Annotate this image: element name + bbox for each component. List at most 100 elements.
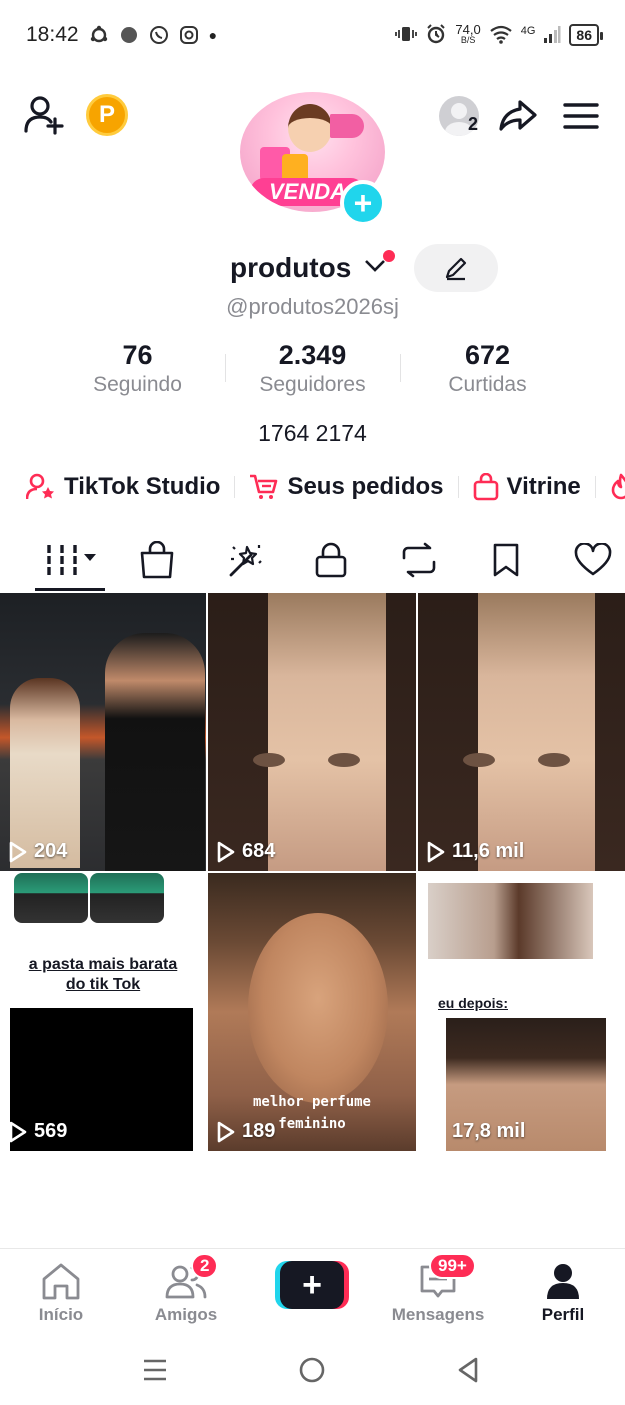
plus-icon: + xyxy=(280,1261,344,1309)
nav-label: Amigos xyxy=(154,1305,218,1324)
stat-label: Curtidas xyxy=(448,373,527,396)
hamburger-menu-icon xyxy=(563,103,599,129)
add-story-button[interactable]: + xyxy=(340,180,386,226)
nav-friends[interactable]: 2 Amigos xyxy=(131,1253,241,1325)
net-speed: 74,0 B/S xyxy=(455,22,481,46)
profile-tabs xyxy=(0,530,625,592)
back-button[interactable] xyxy=(448,1354,488,1386)
viewer-count: 2 xyxy=(468,114,479,134)
tab-saved[interactable] xyxy=(484,540,528,580)
profile-icon xyxy=(547,1264,579,1299)
whatsapp-icon xyxy=(149,25,169,45)
recent-apps-button[interactable] xyxy=(135,1354,175,1386)
coins-button[interactable]: P xyxy=(84,92,130,138)
caption-line: do tik Tok xyxy=(65,976,141,993)
edit-profile-button[interactable] xyxy=(414,244,498,292)
link-label: Seus pedidos xyxy=(287,473,444,500)
profile-header: P VENDA + 2 xyxy=(0,80,625,226)
video-caption: a pasta mais barata do tik Tok xyxy=(0,955,206,995)
nav-label: Perfil xyxy=(541,1305,585,1324)
tab-private[interactable] xyxy=(308,540,354,580)
account-switch-chevron-icon[interactable] xyxy=(364,257,386,280)
link-label: TikTok Studio xyxy=(64,473,221,500)
profile-viewers-button[interactable]: 2 xyxy=(430,94,488,138)
showcase-link[interactable]: Vitrine xyxy=(473,473,595,501)
stat-followers[interactable]: 2.349 Seguidores xyxy=(225,340,400,400)
profile-bio: 1764 2174 xyxy=(258,420,367,446)
flame-icon xyxy=(611,473,625,500)
username[interactable]: produtos xyxy=(230,252,351,284)
home-icon xyxy=(42,1263,80,1300)
more-notifications-dot: ● xyxy=(208,27,218,43)
status-bar: 18:42 ● 74,0 B/S 4G 86 xyxy=(0,0,625,70)
nav-label: Início xyxy=(38,1305,84,1324)
wifi-icon xyxy=(489,24,513,47)
view-count: 569 xyxy=(8,1120,67,1143)
tab-effects[interactable] xyxy=(220,540,270,580)
stat-label: Seguidores xyxy=(259,373,366,396)
stat-likes[interactable]: 672 Curtidas xyxy=(400,340,575,400)
tab-reposts[interactable] xyxy=(394,540,444,580)
cart-icon xyxy=(250,474,278,499)
view-count-text: 569 xyxy=(34,1120,68,1142)
share-profile-button[interactable] xyxy=(496,94,540,138)
net-speed-value: 74,0 xyxy=(455,22,481,37)
tab-videos[interactable] xyxy=(40,540,104,580)
nav-inbox[interactable]: 99+ Mensagens xyxy=(383,1253,493,1325)
magic-wand-icon xyxy=(229,545,262,577)
stat-following[interactable]: 76 Seguindo xyxy=(50,340,225,400)
link-label: Vitrine xyxy=(506,473,581,500)
home-system-button[interactable] xyxy=(292,1354,332,1386)
video-grid-icon xyxy=(47,545,96,575)
video-thumbnail[interactable]: eu depois: 17,8 mil xyxy=(418,873,625,1151)
nav-home[interactable]: Início xyxy=(6,1261,116,1325)
profile-stats: 76 Seguindo 2.349 Seguidores 672 Curtida… xyxy=(50,340,575,400)
creator-star-icon xyxy=(26,473,54,500)
stat-value: 76 xyxy=(122,340,153,370)
add-friend-button[interactable] xyxy=(22,92,68,138)
play-icon xyxy=(217,1121,235,1142)
notification-dot xyxy=(383,250,395,262)
tab-shop[interactable] xyxy=(132,540,182,580)
video-thumbnail[interactable]: a pasta mais barata do tik Tok 569 xyxy=(0,873,206,1151)
bottom-navigation: Início 2 Amigos + 99+ Mensagens Perfil xyxy=(0,1248,625,1334)
view-count-text: 189 xyxy=(242,1120,276,1142)
video-thumbnail[interactable]: 684 xyxy=(208,593,416,871)
video-thumbnail[interactable]: melhor perfume feminino 189 xyxy=(208,873,416,1151)
net-speed-unit: B/S xyxy=(460,35,476,45)
friends-badge: 2 xyxy=(191,1253,219,1279)
more-shortcut-link[interactable] xyxy=(610,473,625,501)
video-thumbnail[interactable]: 204 xyxy=(0,593,206,871)
alarm-icon xyxy=(425,23,447,48)
repost-icon xyxy=(402,542,436,578)
play-icon xyxy=(9,841,27,862)
tiktok-studio-link[interactable]: TikTok Studio xyxy=(26,473,234,501)
stat-value: 672 xyxy=(464,340,511,370)
share-icon xyxy=(499,100,537,131)
nav-profile[interactable]: Perfil xyxy=(508,1261,618,1325)
nav-label: Mensagens xyxy=(391,1305,485,1324)
create-video-button[interactable]: + xyxy=(275,1261,349,1309)
profile-avatar[interactable]: VENDA + xyxy=(240,92,386,226)
back-triangle-icon xyxy=(458,1357,478,1383)
menu-button[interactable] xyxy=(560,94,602,138)
profile-shortcuts: TikTok Studio Seus pedidos Vitrine xyxy=(26,470,625,504)
play-icon xyxy=(427,1121,445,1142)
system-navigation-bar xyxy=(0,1340,625,1405)
video-thumbnail[interactable]: 11,6 mil xyxy=(418,593,625,871)
recents-icon xyxy=(144,1359,166,1381)
play-icon xyxy=(427,841,445,862)
stat-label: Seguindo xyxy=(93,373,182,396)
view-count: 189 xyxy=(216,1120,275,1143)
orders-link[interactable]: Seus pedidos xyxy=(249,473,457,501)
messages-badge: 99+ xyxy=(429,1253,476,1279)
tab-liked[interactable] xyxy=(568,540,618,580)
instagram-icon xyxy=(179,25,199,45)
active-tab-indicator xyxy=(35,588,105,591)
pencil-icon xyxy=(445,257,467,281)
view-count-text: 204 xyxy=(34,840,68,862)
sync-icon xyxy=(89,25,109,45)
signal-icon xyxy=(543,24,561,47)
view-count: 17,8 mil xyxy=(426,1120,525,1143)
lock-icon xyxy=(315,542,347,578)
